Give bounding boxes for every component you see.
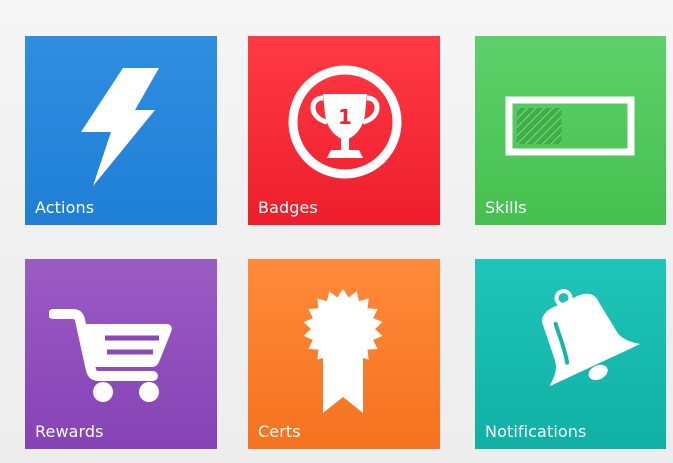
trophy-number: 1 bbox=[338, 105, 352, 129]
tile-certs[interactable]: Certs bbox=[248, 259, 440, 449]
tile-actions[interactable]: Actions bbox=[25, 36, 217, 225]
tile-label-badges: Badges bbox=[258, 198, 318, 217]
tile-label-certs: Certs bbox=[258, 422, 301, 441]
tile-notifications[interactable]: Notifications bbox=[475, 259, 666, 449]
tile-label-skills: Skills bbox=[485, 198, 527, 217]
certificate-ribbon-icon bbox=[293, 287, 393, 417]
tile-badges[interactable]: 1 Badges bbox=[248, 36, 440, 225]
tile-label-actions: Actions bbox=[35, 198, 95, 217]
lightning-bolt-icon bbox=[75, 68, 165, 188]
bell-icon bbox=[513, 286, 643, 396]
tile-label-rewards: Rewards bbox=[35, 422, 104, 441]
trophy-icon: 1 bbox=[285, 62, 405, 182]
tile-label-notifications: Notifications bbox=[485, 422, 587, 441]
tile-skills[interactable]: Skills bbox=[475, 36, 666, 225]
progress-bar-icon bbox=[505, 96, 635, 160]
shopping-cart-icon bbox=[49, 304, 179, 404]
tile-rewards[interactable]: Rewards bbox=[25, 259, 217, 449]
